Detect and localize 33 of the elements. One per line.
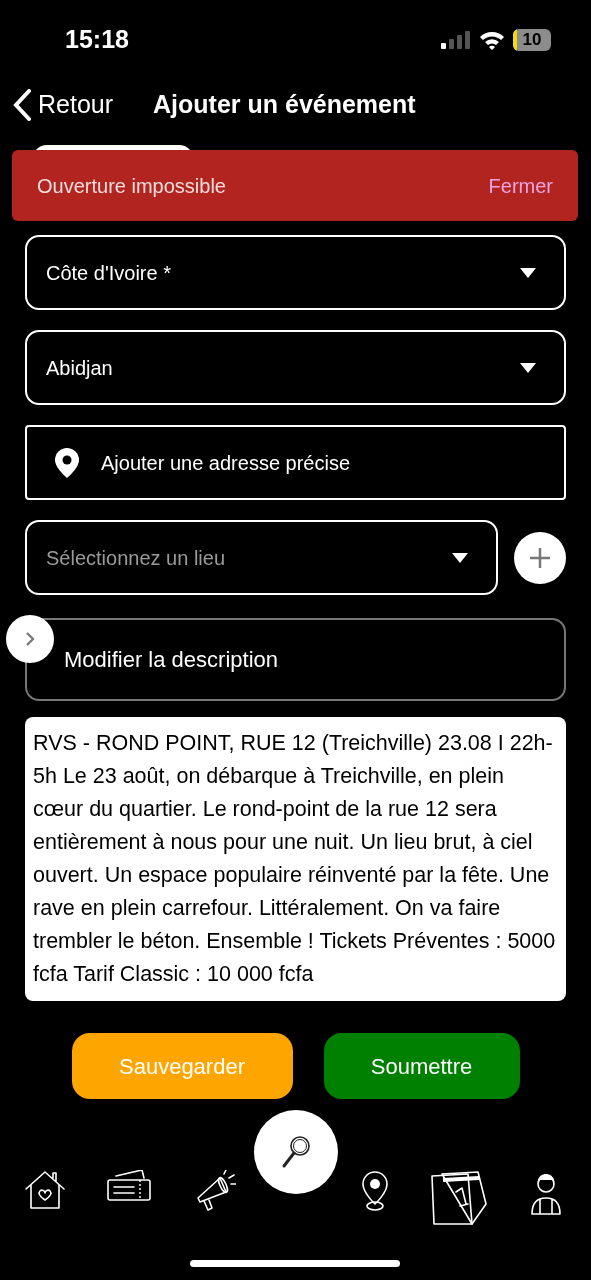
battery-indicator: 10: [513, 29, 551, 51]
magnifier-icon: [281, 1135, 311, 1169]
edit-description-button[interactable]: Modifier la description: [25, 618, 566, 701]
dropdown-caret-icon: [520, 267, 536, 278]
dropdown-field[interactable]: Abidjan: [25, 330, 566, 405]
dropdown-field[interactable]: Sélectionnez un lieu: [25, 520, 498, 595]
wifi-icon: [479, 30, 505, 50]
location-pin-icon: [55, 447, 79, 478]
close-toast-button[interactable]: Fermer: [488, 170, 553, 201]
map-pin-tab[interactable]: [360, 1170, 390, 1212]
ticket-icon: [106, 1170, 152, 1202]
status-time: 15:18: [65, 24, 129, 56]
home-heart-tab[interactable]: [24, 1170, 66, 1210]
toast-message: Ouverture impossible: [37, 173, 226, 199]
ticket-tab[interactable]: [106, 1170, 152, 1202]
screen-title: Ajouter un événement: [153, 89, 416, 121]
back-button[interactable]: Retour: [12, 86, 114, 124]
chevron-right-icon: [25, 631, 35, 647]
megaphone-tab[interactable]: [194, 1170, 236, 1212]
chevron-left-icon: [12, 89, 32, 121]
dropdown-field[interactable]: Côte d'Ivoire *: [25, 235, 566, 310]
plus-icon: [529, 546, 551, 569]
address-field[interactable]: Ajouter une adresse précise: [25, 425, 566, 500]
add-button[interactable]: [514, 531, 566, 584]
submit-button[interactable]: Soumettre: [323, 1033, 520, 1099]
description-text: RVS - ROND POINT, RUE 12 (Treichville) 23.08 I 22h-5h Le 23 août, on débarque à Treichville, en plein cœur du quartier. Le rond-point de la rue 12 sera entièrement à nous pour une nuit. Un lieu brut, à ciel ouvert. Un espace populaire réinventé par la fête. Une rave en plein carrefour. Littéralement. On va faire trembler le béton. Ensemble ! Tickets Préventes : 5000 fcfa Tarif Classic : 10 000 fcfa: [25, 717, 566, 1001]
signal-icon: [441, 31, 471, 49]
dropdown-caret-icon: [452, 552, 468, 563]
dropdown-caret-icon: [520, 362, 536, 373]
map-pin-icon: [360, 1170, 390, 1212]
expand-button[interactable]: [6, 615, 54, 663]
home-heart-icon: [24, 1170, 66, 1210]
megaphone-icon: [194, 1170, 236, 1212]
